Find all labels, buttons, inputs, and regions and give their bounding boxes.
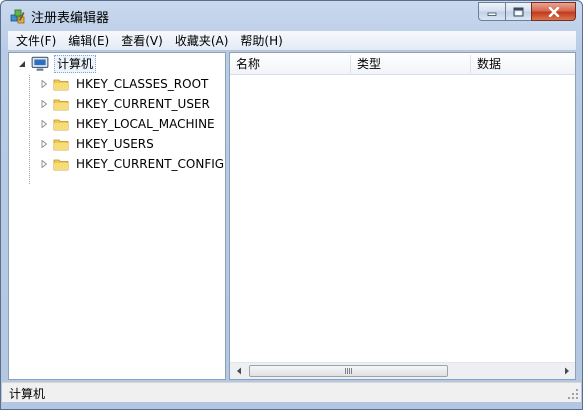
folder-icon	[53, 159, 69, 171]
tree-item[interactable]: HKEY_CURRENT_USER	[39, 94, 212, 114]
menu-help[interactable]: 帮助(H)	[234, 31, 288, 51]
scroll-left-button[interactable]	[230, 363, 247, 379]
minimize-button[interactable]	[478, 2, 505, 21]
expand-arrow-icon[interactable]	[39, 139, 49, 149]
resize-grip-icon[interactable]	[568, 389, 579, 400]
expand-arrow-icon[interactable]	[39, 99, 49, 109]
registry-editor-icon	[10, 9, 25, 24]
scroll-right-icon	[564, 367, 569, 375]
column-header-data[interactable]: 数据	[471, 53, 575, 75]
window-title: 注册表编辑器	[31, 11, 110, 26]
computer-icon	[31, 56, 49, 71]
tree-item[interactable]: HKEY_CURRENT_CONFIG	[39, 154, 225, 174]
column-header-name[interactable]: 名称	[230, 53, 350, 75]
menu-favorites[interactable]: 收藏夹(A)	[169, 31, 235, 51]
tree-item[interactable]: HKEY_USERS	[39, 134, 156, 154]
collapse-arrow-icon[interactable]	[17, 59, 27, 69]
tree-label-computer: 计算机	[54, 55, 97, 73]
registry-tree-pane[interactable]: 计算机 HKEY_CLASSES_ROOT HKEY_CURRENT_USER	[8, 52, 226, 380]
tree-connector-line	[29, 75, 30, 185]
close-button[interactable]	[531, 2, 576, 21]
minimize-icon	[487, 12, 497, 16]
tree-item-computer[interactable]: 计算机	[17, 54, 97, 74]
title-bar[interactable]: 注册表编辑器	[1, 1, 582, 31]
registry-editor-window: 注册表编辑器 文件(F) 编辑(E) 查看(V) 收藏夹(A) 帮助(H) 计算…	[0, 0, 583, 410]
column-header-type[interactable]: 类型	[351, 53, 470, 75]
menu-bar: 文件(F) 编辑(E) 查看(V) 收藏夹(A) 帮助(H)	[8, 31, 576, 51]
menu-file[interactable]: 文件(F)	[10, 31, 62, 51]
menu-view[interactable]: 查看(V)	[115, 31, 169, 51]
tree-label: HKEY_CURRENT_USER	[76, 97, 210, 111]
status-path: 计算机	[9, 387, 46, 401]
tree-label: HKEY_CLASSES_ROOT	[76, 77, 209, 91]
scroll-thumb[interactable]	[249, 365, 448, 377]
status-bar: 计算机	[2, 382, 581, 402]
folder-icon	[53, 99, 69, 111]
maximize-icon	[513, 7, 524, 16]
expand-arrow-icon[interactable]	[39, 79, 49, 89]
expand-arrow-icon[interactable]	[39, 159, 49, 169]
tree-label: HKEY_CURRENT_CONFIG	[76, 157, 225, 171]
tree-label: HKEY_USERS	[76, 137, 154, 151]
list-header: 名称 类型 数据	[230, 53, 575, 75]
maximize-button[interactable]	[505, 2, 531, 21]
scroll-right-button[interactable]	[558, 363, 575, 379]
folder-icon	[53, 119, 69, 131]
tree-item[interactable]: HKEY_LOCAL_MACHINE	[39, 114, 217, 134]
tree-item[interactable]: HKEY_CLASSES_ROOT	[39, 74, 210, 94]
folder-icon	[53, 79, 69, 91]
expand-arrow-icon[interactable]	[39, 119, 49, 129]
values-list-pane[interactable]: 名称 类型 数据	[229, 52, 576, 380]
tree-label: HKEY_LOCAL_MACHINE	[76, 117, 215, 131]
close-icon	[548, 6, 559, 17]
horizontal-scrollbar[interactable]	[230, 362, 575, 379]
caption-buttons	[478, 2, 576, 21]
menu-edit[interactable]: 编辑(E)	[62, 31, 115, 51]
grip-icon	[344, 368, 353, 374]
scroll-left-icon	[236, 367, 241, 375]
folder-icon	[53, 139, 69, 151]
